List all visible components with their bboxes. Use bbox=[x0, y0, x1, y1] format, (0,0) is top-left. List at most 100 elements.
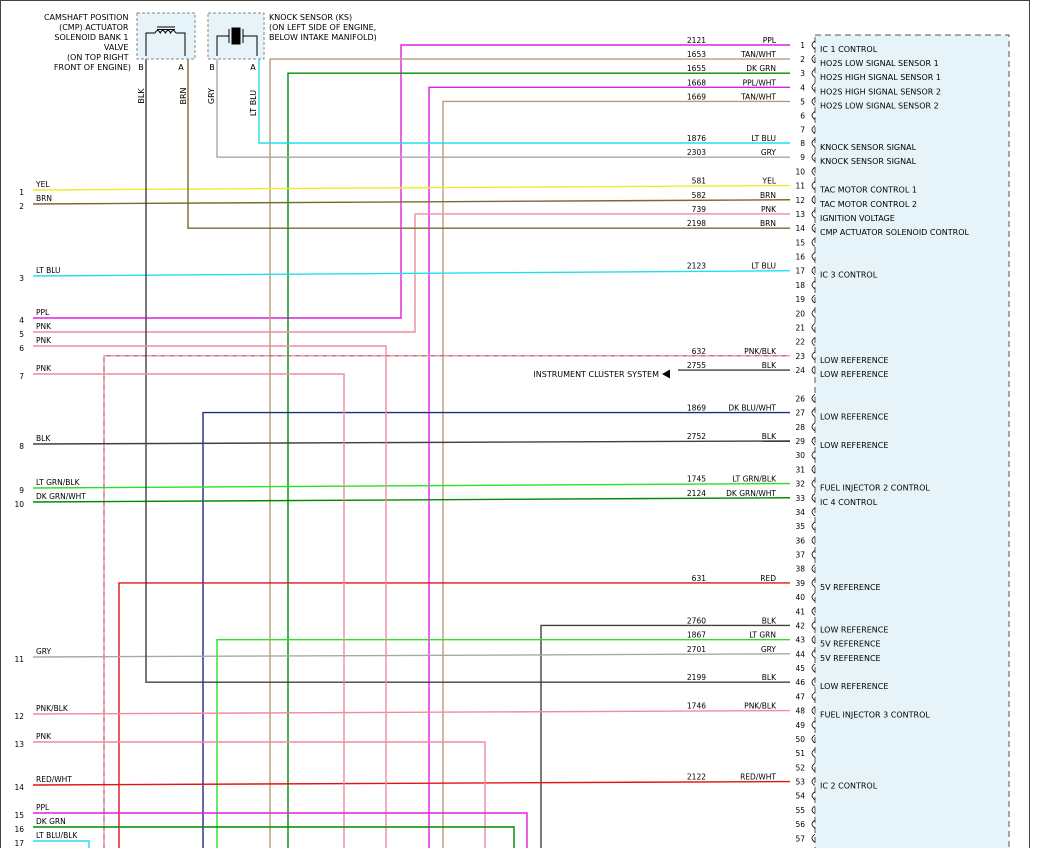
module-pin-57: 57 bbox=[795, 833, 816, 843]
left-pin-number: 8 bbox=[19, 442, 24, 451]
module-pin-number: 15 bbox=[795, 238, 805, 247]
left-pin-number: 1 bbox=[19, 188, 24, 197]
module-pin-56: 56 bbox=[795, 819, 816, 829]
module-pin-number: 23 bbox=[795, 352, 805, 361]
wire-left-17 bbox=[33, 840, 90, 848]
left-pin-10: 10 DK GRN/WHT bbox=[14, 492, 86, 509]
circuit-number: 2701 bbox=[687, 645, 706, 654]
circuit-number: 582 bbox=[692, 191, 707, 200]
module-pin-number: 7 bbox=[800, 126, 805, 135]
left-pin-wire-color: RED/WHT bbox=[36, 775, 72, 784]
left-pin-number: 6 bbox=[19, 344, 24, 353]
module-pin-number: 35 bbox=[795, 522, 805, 531]
module-pin-number: 21 bbox=[795, 323, 805, 332]
pin-function-label: KNOCK SENSOR SIGNAL bbox=[820, 143, 917, 152]
module-pin-number: 13 bbox=[795, 210, 805, 219]
module-pin-47: 47 bbox=[795, 692, 816, 701]
left-pin-wire-color: BRN bbox=[36, 194, 52, 203]
wire-color-label: YEL bbox=[762, 177, 777, 186]
wire-color-label: LT GRN/BLK bbox=[732, 475, 777, 484]
circuit-number: 2121 bbox=[687, 36, 706, 45]
wire-ic2-control-line bbox=[32, 780, 791, 786]
module-pin-number: 36 bbox=[795, 536, 805, 545]
module-pin-number: 38 bbox=[795, 565, 805, 574]
circuit-number: 2760 bbox=[687, 616, 706, 625]
circuit-number: 1869 bbox=[687, 404, 706, 413]
left-pin-number: 3 bbox=[19, 274, 24, 283]
left-pin-14: 14 RED/WHT bbox=[14, 775, 72, 792]
wire-color-label: BLK bbox=[762, 361, 777, 370]
wire-left-7 bbox=[33, 373, 345, 848]
left-pin-number: 2 bbox=[19, 202, 24, 211]
wire-left-6 bbox=[33, 345, 387, 848]
module-pin-16: 16 bbox=[795, 252, 816, 262]
left-pin-number: 11 bbox=[14, 655, 24, 664]
wire-left-13 bbox=[33, 741, 486, 848]
ks-pin-a-wire-color: LT BLU bbox=[249, 90, 258, 116]
wire-ho2s-high-1-line bbox=[287, 72, 790, 848]
wire-left-17-line bbox=[33, 840, 90, 848]
wire-left-6-line bbox=[33, 345, 387, 848]
wire-color-label: RED/WHT bbox=[740, 773, 776, 782]
module-pin-28: 28 bbox=[795, 422, 816, 432]
wire-color-label: RED bbox=[760, 574, 776, 583]
circuit-number: 1746 bbox=[687, 702, 706, 711]
wire-left-15-line bbox=[33, 812, 528, 848]
wire-color-label: LT BLU bbox=[751, 262, 776, 271]
cmp-pin-b-wire-color: BLK bbox=[137, 88, 146, 104]
left-pin-wire-color: LT BLU/BLK bbox=[36, 831, 78, 840]
wire-color-label: BLK bbox=[762, 432, 777, 441]
module-pin-number: 5 bbox=[800, 97, 805, 106]
module-pin-26: 26 bbox=[795, 394, 816, 403]
module-pin-number: 39 bbox=[795, 579, 805, 588]
wire-color-label: LT BLU bbox=[751, 134, 776, 143]
module-pin-31: 31 bbox=[795, 465, 816, 474]
module-pin-35: 35 bbox=[795, 521, 816, 531]
module-pin-number: 53 bbox=[795, 778, 805, 787]
wire-low-ref-42 bbox=[540, 624, 790, 848]
module-pin-number: 27 bbox=[795, 409, 805, 418]
left-pin-wire-color: PNK bbox=[36, 336, 52, 345]
circuit-number: 739 bbox=[692, 205, 707, 214]
module-pin-number: 57 bbox=[795, 834, 805, 843]
circuit-number: 2124 bbox=[687, 489, 706, 498]
module-pin-20: 20 bbox=[795, 308, 816, 318]
module-pin-number: 14 bbox=[795, 224, 805, 233]
module-pin-number: 19 bbox=[795, 295, 805, 304]
module-pin-number: 1 bbox=[800, 41, 805, 50]
module-pin-number: 33 bbox=[795, 494, 805, 503]
circuit-number: 1669 bbox=[687, 92, 706, 101]
circuit-number: 632 bbox=[692, 347, 707, 356]
wire-ic2-control bbox=[32, 780, 791, 786]
module-pin-number: 30 bbox=[795, 451, 805, 460]
left-pin-wire-color: PNK bbox=[36, 322, 52, 331]
wire-ho2s-low-1-line bbox=[269, 58, 790, 848]
pin-function-label: LOW REFERENCE bbox=[820, 682, 888, 691]
wire-color-label: BRN bbox=[760, 191, 776, 200]
wire-color-label: DK GRN/WHT bbox=[726, 489, 776, 498]
wire-left-16-line bbox=[33, 826, 515, 848]
circuit-number: 2122 bbox=[687, 773, 706, 782]
left-pin-number: 7 bbox=[19, 372, 24, 381]
circuit-number: 2199 bbox=[687, 673, 706, 682]
module-pin-number: 11 bbox=[795, 182, 805, 191]
wire-color-label: PNK/BLK bbox=[744, 702, 777, 711]
module-pin-45: 45 bbox=[795, 663, 816, 673]
wires bbox=[32, 44, 791, 848]
module-pin-number: 24 bbox=[795, 366, 805, 375]
module-pin-number: 10 bbox=[795, 167, 805, 176]
wire-5v-ref-43-line bbox=[216, 638, 790, 848]
cmp-pin-a-label: A bbox=[178, 63, 184, 72]
module-pin-number: 51 bbox=[795, 749, 805, 758]
wire-color-label: PPL/WHT bbox=[743, 78, 777, 87]
wire-color-label: DK BLU/WHT bbox=[728, 404, 776, 413]
wire-left-16 bbox=[33, 826, 515, 848]
pin-function-label: HO2S HIGH SIGNAL SENSOR 1 bbox=[820, 73, 941, 82]
wire-knock-signal-ltblu-line bbox=[258, 58, 790, 144]
wire-injector-3-line bbox=[32, 709, 791, 715]
pin-function-label: HO2S LOW SIGNAL SENSOR 2 bbox=[820, 101, 939, 110]
left-pin-number: 4 bbox=[19, 316, 24, 325]
pin-function-label: HO2S LOW SIGNAL SENSOR 1 bbox=[820, 59, 939, 68]
module-pin-36: 36 bbox=[795, 535, 816, 545]
pin-function-label: LOW REFERENCE bbox=[820, 356, 888, 365]
